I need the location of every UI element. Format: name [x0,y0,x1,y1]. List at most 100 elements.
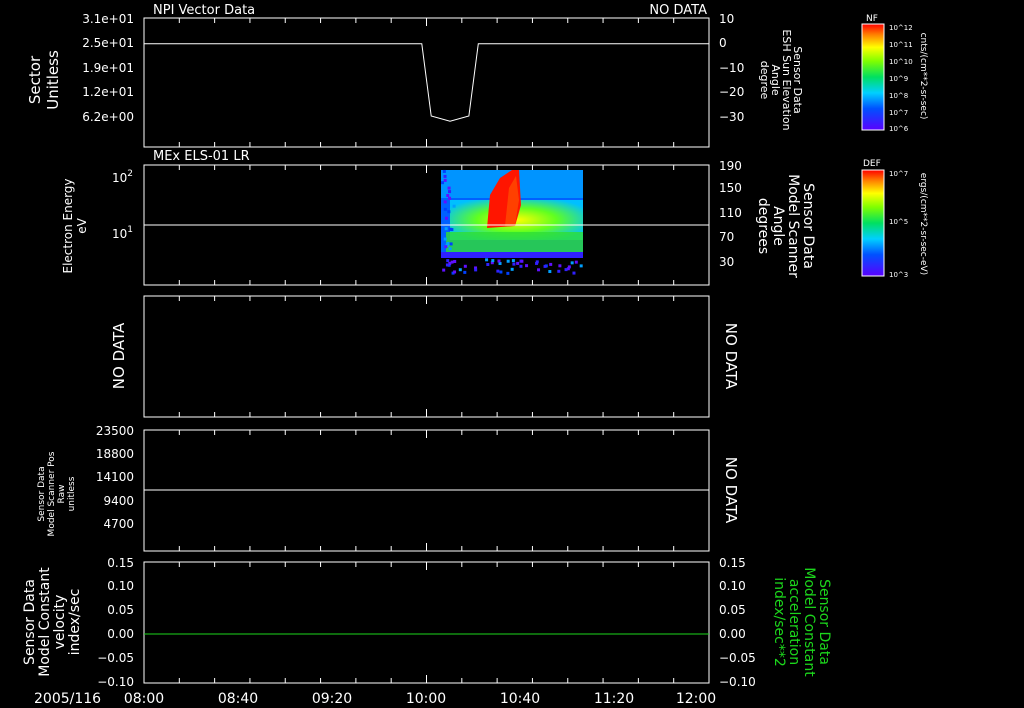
xtick-label: 10:00 [406,691,446,707]
spec-speckle [548,270,552,274]
p4-ytick: 18800 [96,447,134,461]
spec-speckle [443,178,447,182]
spec-speckle [549,262,553,266]
panel-3-left-label: NO DATA [110,322,128,389]
cb-def-tick: 10^3 [889,271,908,279]
p5-rlabel-line: index/sec**2 [771,577,787,667]
p5-rtick: 0.00 [719,627,746,641]
sun-elevation-line [144,43,709,122]
spec-speckle [486,263,490,267]
p2-ytick-10: 101 [112,225,133,241]
spec-speckle [474,268,478,272]
cb-nf-tick: 10^9 [889,75,908,83]
spec-speckle [525,264,529,268]
p4-ylabel-line: Raw [57,485,67,504]
p1-rlabel-line: degree [758,61,771,100]
spec-speckle [557,269,561,273]
p5-ytick: −0.05 [97,651,134,665]
spec-speckle [446,193,450,197]
spec-speckle [445,216,449,220]
spec-speckle [442,169,446,173]
spec-speckle [574,260,578,264]
panel-4-left-ticks: 23500 18800 14100 9400 4700 [96,424,134,531]
xtick-label: 11:20 [594,691,634,707]
p1-ylabel-line: Unitless [44,50,62,110]
p2-rtick: 30 [719,255,734,269]
colorbar-def-gradient [861,169,885,277]
spec-speckle [463,264,467,268]
spec-speckle [499,270,503,274]
spec-speckle [543,264,547,268]
p1-rtick: −10 [719,61,744,75]
p3-no-data-right: NO DATA [722,323,740,390]
spec-speckle [441,181,445,185]
date-label: 2005/116 [34,691,101,707]
p5-rtick: 0.15 [719,556,746,570]
spec-speckle [512,262,516,266]
p2-rlabel-line: Sensor Data [800,183,816,269]
p1-rtick: −20 [719,85,744,99]
p1-ylabel-line: Sector [26,55,44,104]
spec-speckle [445,263,449,267]
p2-rlabel-line: Model Scanner [785,174,801,278]
cb-nf-tick: 10^8 [889,92,908,100]
p1-rtick: 10 [719,12,734,26]
p5-ytick: −0.10 [97,675,134,689]
cb-nf-tick: 10^12 [889,24,913,32]
spec-speckle [506,271,510,275]
p2-rtick: 150 [719,181,742,195]
spec-speckle [572,271,576,275]
p4-ytick: 14100 [96,470,134,484]
spec-speckle [448,190,452,194]
spec-speckle [453,259,457,263]
spec-speckle [442,268,446,272]
spec-speckle [520,259,524,263]
panel-1-left-label: Sector Unitless [26,50,62,110]
panel-2-right-ticks: 190 150 110 70 30 [719,159,742,269]
panel-5-left-ticks: 0.15 0.10 0.05 0.00 −0.05 −0.10 [97,556,134,689]
spec-speckle [443,207,447,211]
cb-nf-tick: 10^10 [889,58,913,66]
p5-ylabel-line: index/sec [67,589,83,656]
p5-ylabel-line: velocity [52,595,68,650]
colorbar-nf-gradient [861,23,885,131]
p5-ytick: 0.10 [107,579,134,593]
spec-speckle [449,242,453,246]
panel-5-right-ticks: 0.15 0.10 0.05 0.00 −0.05 −0.10 [719,556,756,689]
cb-def-tick: 10^7 [889,170,908,178]
p4-no-data-right: NO DATA [722,457,740,524]
p1-rtick: 0 [719,36,727,50]
p5-rlabel-line: Sensor Data [816,579,832,665]
p2-rtick: 70 [719,230,734,244]
spec-speckle [570,261,574,265]
spec-speckle [579,264,583,268]
p5-ytick: 0.05 [107,603,134,617]
panel-1-title: NPI Vector Data [153,3,255,18]
p2-ylabel-line: Electron Energy [61,178,75,273]
spec-speckle [448,247,452,251]
spec-speckle [519,264,523,268]
panel-frames [143,17,710,684]
panel-5-right-label: Sensor Data Model Constant acceleration … [771,567,832,677]
spec-speckle [497,259,501,263]
spec-speckle [496,269,500,273]
x-axis-tick-labels: 08:00 08:40 09:20 10:00 10:40 11:20 12:0… [124,691,716,707]
p1-ytick: 6.2e+00 [82,110,134,124]
spec-bottom [441,252,583,258]
xtick-label: 09:20 [312,691,352,707]
panel-5-frame [143,561,710,684]
spec-speckle [443,237,447,241]
p4-ytick: 4700 [103,517,134,531]
figure: NPI Vector Data NO DATA 3.1e+01 2.5e+01 … [22,3,928,707]
p5-ylabel-line: Model Constant [37,567,53,677]
panel-1-no-data: NO DATA [649,3,707,18]
panel-1-right-label: Sensor Data ESH Sun Elevation Angle degr… [758,29,804,130]
spec-speckle [485,258,489,262]
p5-rtick: 0.05 [719,603,746,617]
p5-rtick: −0.05 [719,651,756,665]
p4-ylabel-line: Sensor Data [37,466,47,521]
spec-speckle [452,204,456,208]
cb-nf-tick: 10^11 [889,41,913,49]
spec-speckle [446,241,450,245]
p5-rtick: −0.10 [719,675,756,689]
